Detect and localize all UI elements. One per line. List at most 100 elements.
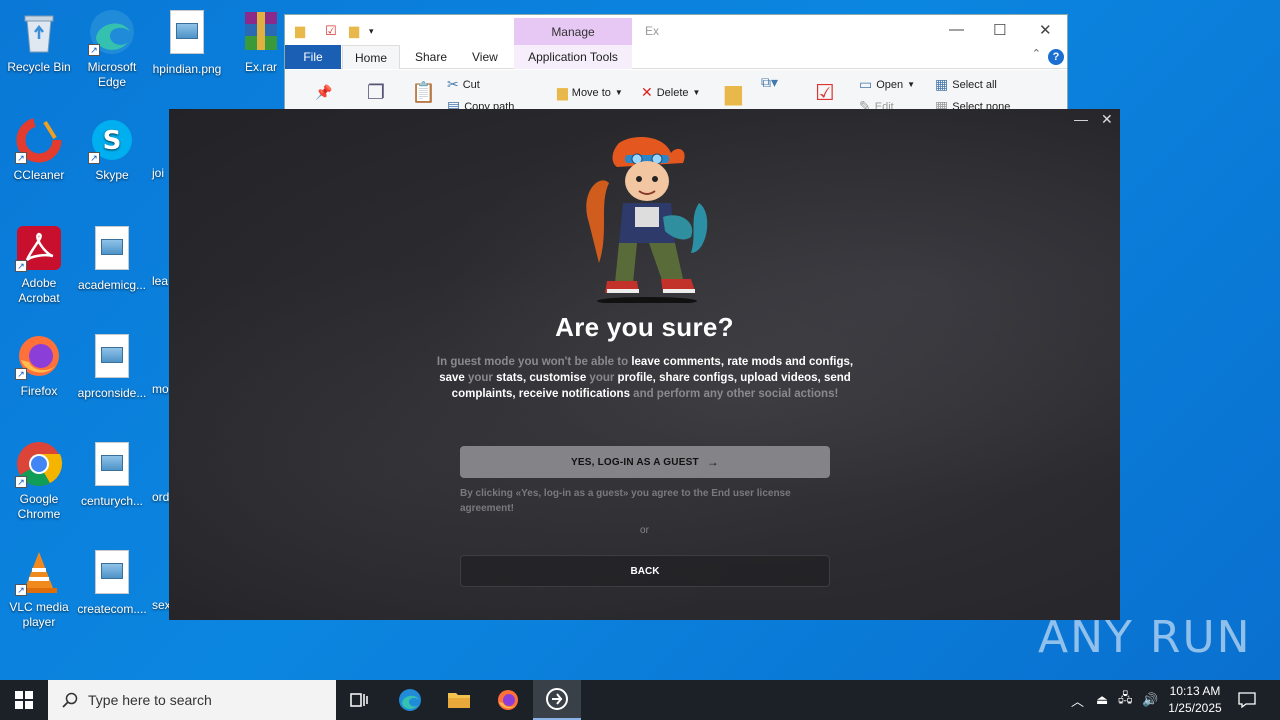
desktop-icon-recycle-bin[interactable]: Recycle Bin <box>0 8 78 75</box>
chevron-up-icon: ︿ <box>1071 693 1085 709</box>
search-placeholder: Type here to search <box>88 692 212 708</box>
desktop-icon-partial[interactable]: sex <box>148 548 170 613</box>
desktop-icon-partial[interactable]: ord <box>148 440 170 505</box>
tray-network-icon[interactable]: 🖧 <box>1118 680 1133 720</box>
desktop-icon-label: academicg... <box>77 278 147 292</box>
help-icon[interactable]: ? <box>1048 49 1064 65</box>
desktop-icon-label: Skype <box>95 168 129 182</box>
new-item-icon[interactable]: ⧉▾ <box>761 74 778 91</box>
manage-context-tab[interactable]: Manage <box>514 18 632 46</box>
desktop-icon-label: mo <box>152 382 169 396</box>
select-all-icon: ▦ <box>935 76 949 92</box>
file-explorer-icon <box>448 693 470 708</box>
login-as-guest-button[interactable]: YES, LOG-IN AS A GUEST → <box>460 446 830 478</box>
maximize-icon[interactable]: ☐ <box>993 21 1006 39</box>
window-title: Ex <box>645 24 660 38</box>
network-icon: 🖧 <box>1118 690 1133 705</box>
clock-time: 10:13 AM <box>1169 684 1221 698</box>
desktop-icon-file[interactable]: createcom.... <box>73 548 151 617</box>
volume-icon: 🔊 <box>1142 692 1159 707</box>
arrow-right-icon: → <box>706 455 719 469</box>
taskbar-edge[interactable] <box>386 680 434 720</box>
desktop-icon-microsoft-edge[interactable]: ↗ Microsoft Edge <box>73 8 151 90</box>
desktop-icon-label: hpindian.png <box>152 62 222 76</box>
taskbar-firefox[interactable] <box>484 680 532 720</box>
recycle-bin-icon <box>15 8 63 56</box>
minimize-icon[interactable]: — <box>1074 111 1088 127</box>
image-file-icon <box>170 10 204 54</box>
tab-application-tools[interactable]: Application Tools <box>514 45 632 69</box>
open-button[interactable]: ▭ Open ▼ <box>859 76 915 93</box>
desktop-icon-ccleaner[interactable]: ↗ CCleaner <box>0 116 78 183</box>
taskbar-clock[interactable]: 10:13 AM 1/25/2025 <box>1160 683 1230 717</box>
image-file-icon <box>95 226 129 270</box>
close-icon[interactable]: ✕ <box>1039 21 1052 39</box>
dialog-title: Are you sure? <box>555 312 734 342</box>
desktop-icon-adobe-acrobat[interactable]: ↗ Adobe Acrobat <box>0 224 78 306</box>
desktop-icon-label: Adobe Acrobat <box>18 276 60 305</box>
folder-move-icon: ▆ <box>557 84 568 100</box>
desktop-icon-label: VLC media player <box>9 600 69 629</box>
file-explorer-window[interactable]: ▆ ☑ ▆ ▾ Manage Ex — ☐ ✕ File Home Share … <box>284 14 1068 115</box>
desktop-icon-partial[interactable]: joi <box>148 116 170 181</box>
desktop-icon-label: sex <box>152 598 170 612</box>
image-file-icon <box>95 442 129 486</box>
start-button[interactable] <box>0 680 48 720</box>
collapse-ribbon-icon[interactable]: ⌃ <box>1032 47 1041 60</box>
cut-button[interactable]: ✂ Cut <box>447 76 480 93</box>
image-file-icon <box>95 550 129 594</box>
desktop-icon-label: lea <box>152 274 169 288</box>
tab-share[interactable]: Share <box>403 45 459 69</box>
minimize-icon[interactable]: — <box>949 21 964 38</box>
desktop-icon-partial[interactable]: mo <box>148 332 170 397</box>
desktop-icon-skype[interactable]: S ↗ Skype <box>73 116 151 183</box>
taskbar-active-app[interactable] <box>533 680 581 720</box>
new-folder-icon[interactable]: ▆ <box>349 23 359 39</box>
desktop-icon-google-chrome[interactable]: ↗ Google Chrome <box>0 440 78 522</box>
desktop-icon-label: ord <box>152 490 170 504</box>
desktop-icon-label: centurych... <box>80 494 144 508</box>
vlc-icon: ↗ <box>15 548 63 596</box>
show-hidden-icons[interactable]: ︿ <box>1071 680 1084 720</box>
notifications-button[interactable] <box>1238 680 1256 720</box>
edge-icon <box>399 689 421 711</box>
desktop-icon-firefox[interactable]: ↗ Firefox <box>0 332 78 399</box>
desktop-icon-partial[interactable]: lea <box>148 224 170 289</box>
task-view-button[interactable] <box>336 680 384 720</box>
winrar-archive-icon <box>237 8 285 56</box>
paste-icon[interactable]: 📋 <box>411 80 436 105</box>
desktop-icon-file[interactable]: centurych... <box>73 440 151 509</box>
explorer-title-bar: ▆ ☑ ▆ ▾ Manage Ex — ☐ ✕ <box>285 15 1067 46</box>
task-view-icon <box>350 693 368 707</box>
properties-large-icon[interactable]: ☑ <box>815 80 835 106</box>
windows-logo-icon <box>15 691 33 709</box>
new-folder-large-icon[interactable]: ▆ <box>725 80 742 106</box>
delete-button[interactable]: ✕ Delete ▼ <box>641 84 700 101</box>
back-button[interactable]: BACK <box>460 555 830 587</box>
desktop-icon-hpindian[interactable]: hpindian.png <box>148 8 226 77</box>
desktop-icon-file[interactable]: academicg... <box>73 224 151 293</box>
pin-icon[interactable]: 📌 <box>315 84 332 101</box>
ccleaner-icon: ↗ <box>15 116 63 164</box>
tab-file[interactable]: File <box>285 45 341 69</box>
quick-access-dropdown-icon[interactable]: ▾ <box>369 26 374 37</box>
desktop-icon-label: Google Chrome <box>17 492 61 521</box>
desktop-icon-label: createcom.... <box>77 602 147 616</box>
or-separator: or <box>640 525 649 536</box>
desktop-icon-label: Firefox <box>20 384 58 398</box>
desktop-icon-label: CCleaner <box>13 168 65 182</box>
close-icon[interactable]: ✕ <box>1101 111 1113 128</box>
select-all-button[interactable]: ▦ Select all <box>935 76 997 93</box>
taskbar-file-explorer[interactable] <box>435 680 483 720</box>
copy-icon[interactable]: ❐ <box>367 80 385 105</box>
desktop-icon-file[interactable]: aprconside... <box>73 332 151 401</box>
tab-home[interactable]: Home <box>342 45 401 69</box>
desktop-icon-label: joi <box>152 166 165 180</box>
desktop-icon-vlc[interactable]: ↗ VLC media player <box>0 548 78 630</box>
taskbar-search-box[interactable]: Type here to search <box>48 680 336 720</box>
tray-volume-icon[interactable]: 🔊 <box>1142 680 1158 720</box>
properties-icon[interactable]: ☑ <box>325 23 337 39</box>
move-to-button[interactable]: ▆ Move to ▼ <box>557 84 623 101</box>
tray-usb-icon[interactable]: ⏏ <box>1096 680 1108 720</box>
tab-view[interactable]: View <box>460 45 510 69</box>
